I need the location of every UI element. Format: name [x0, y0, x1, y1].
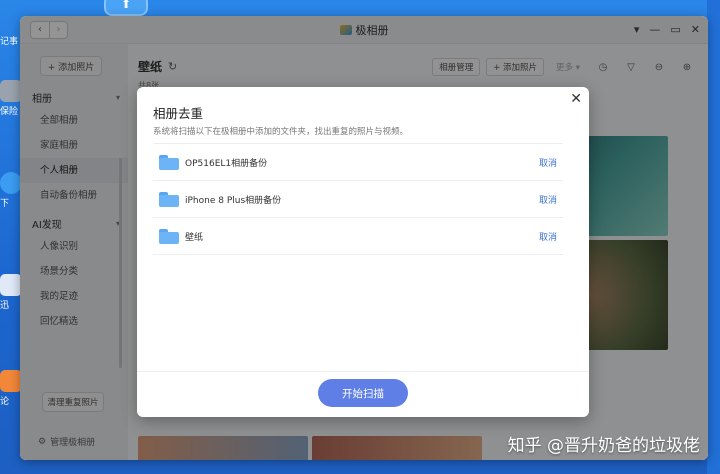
- download-icon: [0, 172, 22, 194]
- folder-name: iPhone 8 Plus相册备份: [185, 195, 282, 206]
- list-item: OP516EL1相册备份 取消: [153, 144, 563, 181]
- start-scan-button[interactable]: 开始扫描: [318, 379, 408, 407]
- forum-icon: [0, 370, 22, 392]
- cancel-folder-button[interactable]: 取消: [539, 193, 557, 206]
- folder-list: OP516EL1相册备份 取消 iPhone 8 Plus相册备份 取消 壁纸 …: [153, 143, 563, 255]
- dialog-title: 相册去重: [153, 106, 204, 121]
- xunlei-icon: [0, 274, 22, 296]
- dialog-description: 系统将扫描以下在极相册中添加的文件夹，找出重复的照片与视频。: [153, 127, 409, 137]
- folder-icon: [159, 154, 179, 170]
- folder-name: OP516EL1相册备份: [185, 158, 268, 169]
- desktop-shortcut-label: 下: [0, 199, 10, 209]
- cancel-folder-button[interactable]: 取消: [539, 156, 557, 169]
- list-item: 壁纸 取消: [153, 218, 563, 255]
- folder-name: 壁纸: [185, 232, 204, 243]
- close-icon[interactable]: ✕: [570, 91, 582, 107]
- safe-icon: [0, 80, 22, 102]
- desktop-shortcut-label: 论: [0, 397, 10, 407]
- dedupe-dialog: ✕ 相册去重 系统将扫描以下在极相册中添加的文件夹，找出重复的照片与视频。 OP…: [137, 87, 589, 417]
- watermark: 知乎 @晋升奶爸的垃圾佬: [507, 436, 700, 456]
- desktop-shortcut-label: 记事: [0, 37, 19, 47]
- list-item: iPhone 8 Plus相册备份 取消: [153, 181, 563, 218]
- folder-icon: [159, 191, 179, 207]
- folder-icon: [159, 228, 179, 244]
- desktop-shortcut-label: 迅: [0, 301, 10, 311]
- dialog-footer: 开始扫描: [137, 371, 589, 417]
- taskbar-upload-icon[interactable]: [104, 0, 148, 16]
- desktop-shortcut-label: 保险: [0, 107, 19, 117]
- desktop-right-edge: [707, 0, 720, 474]
- cancel-folder-button[interactable]: 取消: [539, 230, 557, 243]
